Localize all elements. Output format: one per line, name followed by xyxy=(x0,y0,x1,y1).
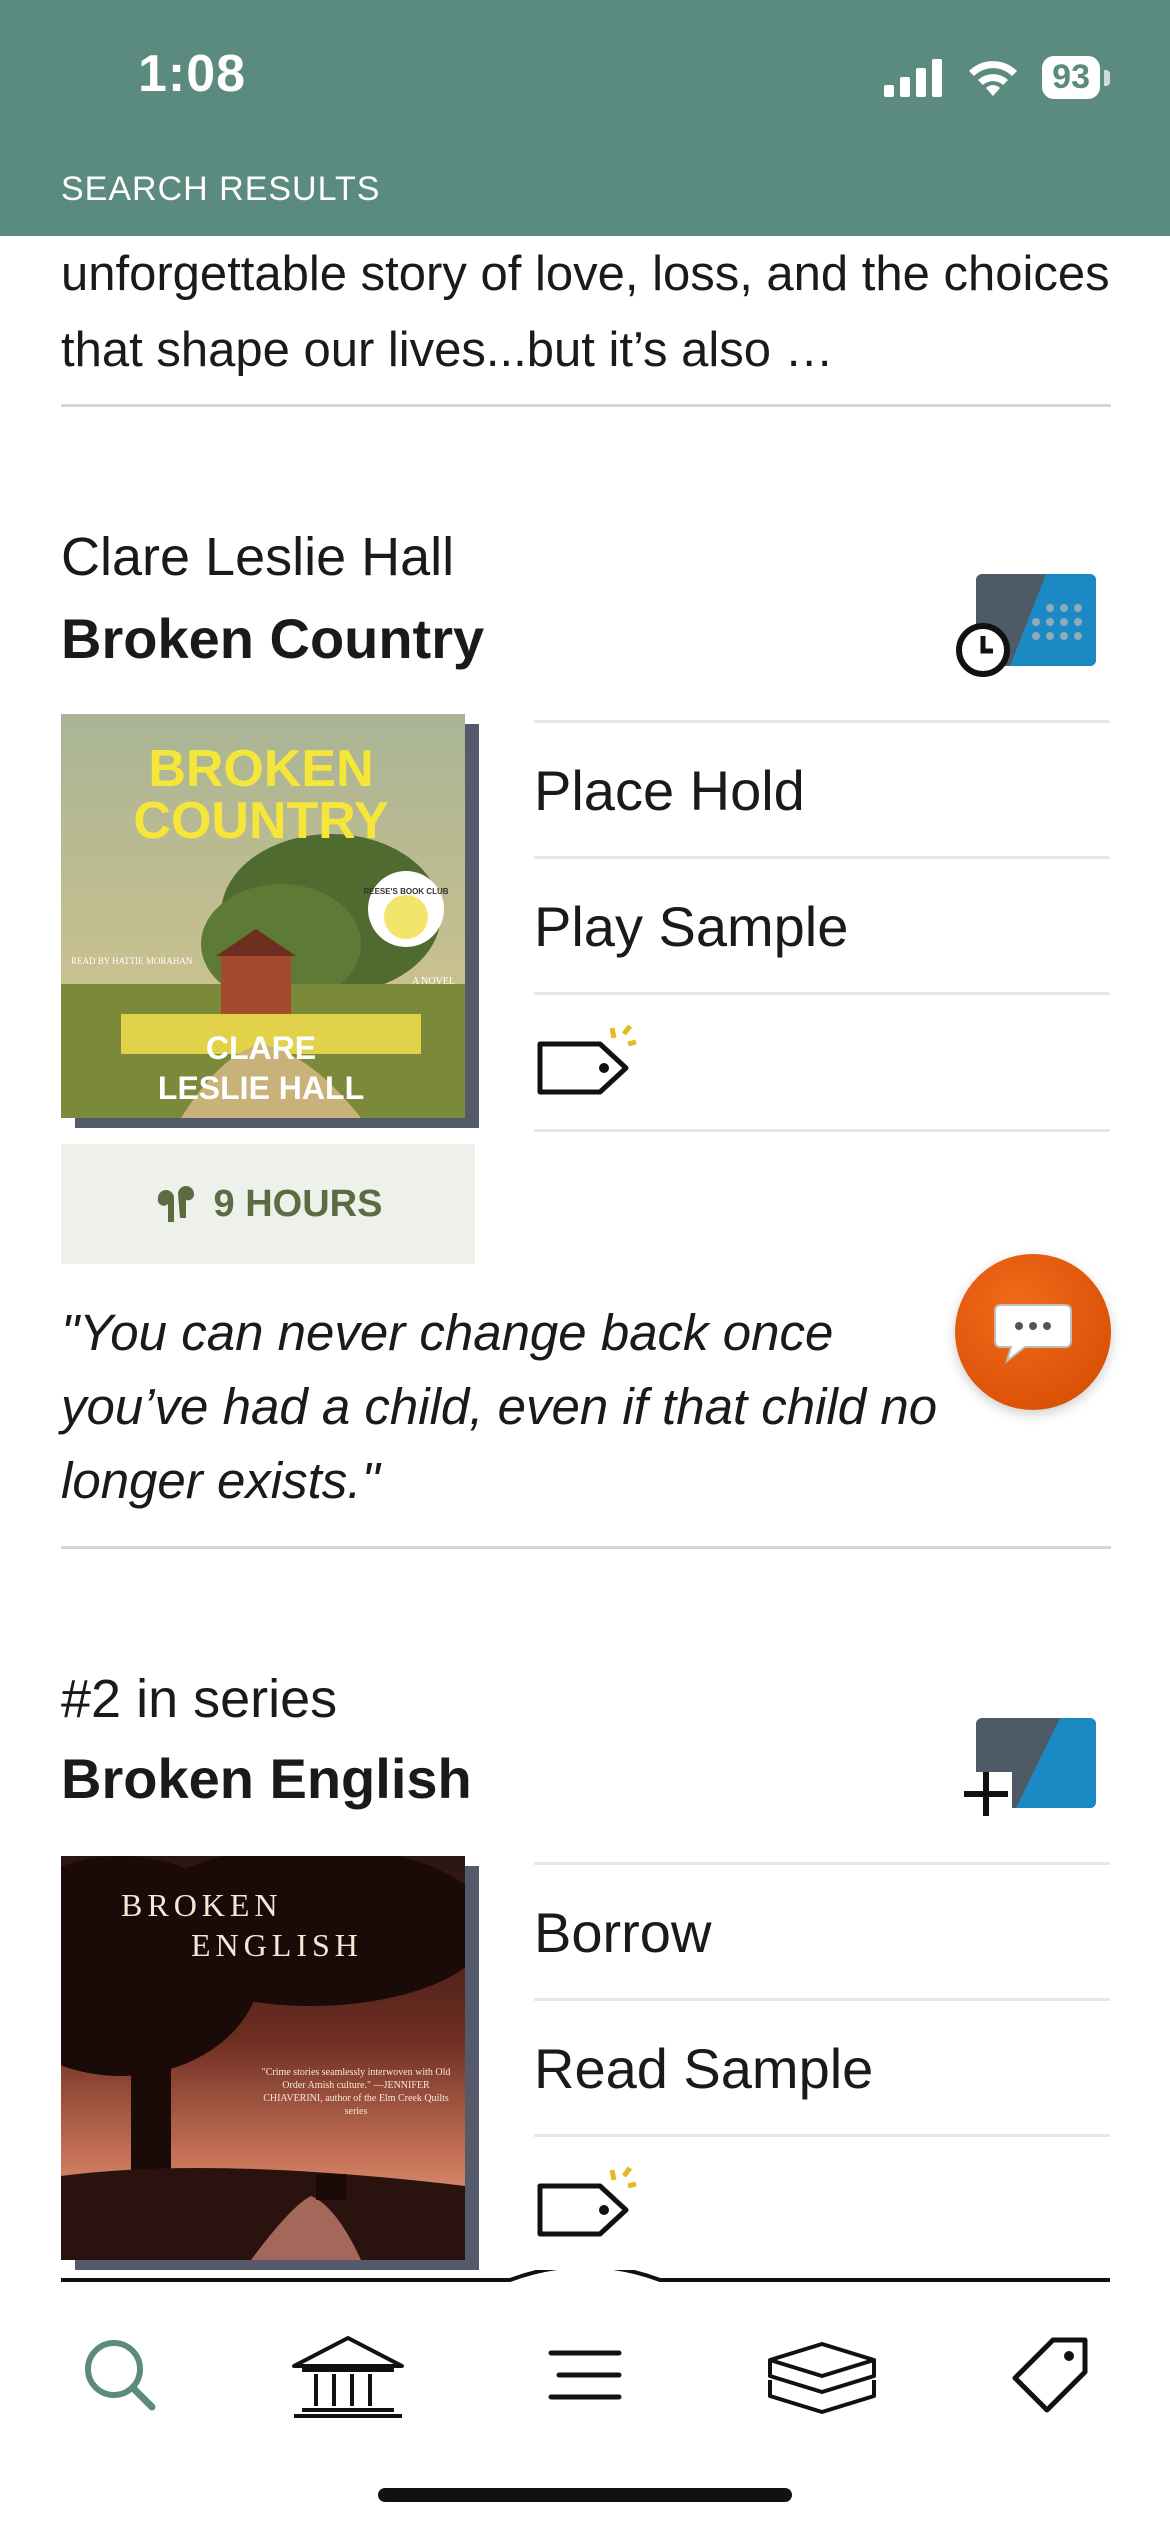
cover-badge: REESE'S BOOK CLUB xyxy=(363,887,448,896)
tabbar-divider xyxy=(61,2270,1110,2282)
play-sample-button[interactable]: Play Sample xyxy=(534,856,1110,993)
book-title[interactable]: Broken English xyxy=(61,1746,472,1811)
ebook-add-icon[interactable] xyxy=(960,1712,1100,1822)
read-sample-button[interactable]: Read Sample xyxy=(534,1998,1110,2135)
status-icons: 93 xyxy=(884,56,1110,99)
signal-icon xyxy=(884,58,943,97)
series-label[interactable]: #2 in series xyxy=(61,1668,337,1730)
tag-row[interactable] xyxy=(534,992,1110,1132)
book-cover[interactable]: BROKEN COUNTRY REESE'S BOOK CLUB READ BY… xyxy=(61,714,465,1118)
place-hold-button[interactable]: Place Hold xyxy=(534,720,1110,857)
divider xyxy=(61,1546,1111,1549)
tab-menu[interactable] xyxy=(525,2320,645,2430)
status-time: 1:08 xyxy=(138,45,247,103)
tag-row[interactable] xyxy=(534,2134,1110,2271)
book-cover[interactable]: BROKEN ENGLISH "Crime stories seamlessly… xyxy=(0,1846,491,2260)
tag-icon[interactable] xyxy=(534,2154,644,2254)
wifi-icon xyxy=(969,60,1018,96)
cover-title-line-2: COUNTRY xyxy=(133,792,388,850)
shelf-icon xyxy=(768,2342,876,2414)
cover-title-line-1: BROKEN xyxy=(148,740,373,798)
tag-icon[interactable] xyxy=(534,1012,644,1112)
tag-icon xyxy=(1012,2337,1088,2413)
battery-indicator: 93 xyxy=(1042,56,1110,99)
search-results-list[interactable]: unforgettable story of love, loss, and t… xyxy=(0,236,1170,2276)
library-icon xyxy=(292,2336,404,2418)
chat-button[interactable] xyxy=(955,1254,1111,1410)
tab-library[interactable] xyxy=(288,2320,408,2430)
cover-narrator: READ BY HATTIE MORAHAN xyxy=(71,956,193,966)
search-icon xyxy=(85,2340,156,2411)
chat-icon xyxy=(994,1304,1072,1364)
cover-title-line-2: ENGLISH xyxy=(191,1927,363,1963)
cover-blurb: "Crime stories seamlessly interwoven wit… xyxy=(261,2067,451,2117)
duration-label: 9 HOURS xyxy=(213,1182,383,1225)
borrow-button[interactable]: Borrow xyxy=(534,1862,1110,1999)
status-bar: 1:08 93 SEARCH RESULTS xyxy=(0,0,1170,236)
tab-shelf[interactable] xyxy=(762,2320,882,2430)
headphones-icon xyxy=(157,1186,194,1222)
book-title[interactable]: Broken Country xyxy=(61,606,484,671)
cover-author-line-2: LESLIE HALL xyxy=(158,1070,364,1106)
menu-icon xyxy=(548,2350,622,2400)
audiobook-duration: 9 HOURS xyxy=(61,1144,475,1264)
tab-search[interactable] xyxy=(60,2320,180,2430)
book-quote[interactable]: "You can never change back once you’ve h… xyxy=(61,1296,961,1518)
page-title: SEARCH RESULTS xyxy=(61,170,381,208)
home-indicator[interactable] xyxy=(378,2488,792,2502)
cover-title-line-1: BROKEN xyxy=(121,1887,283,1923)
book-author[interactable]: Clare Leslie Hall xyxy=(61,526,454,588)
previous-book-description[interactable]: unforgettable story of love, loss, and t… xyxy=(61,236,1121,388)
tab-tags[interactable] xyxy=(990,2320,1110,2430)
cover-author-line-1: CLARE xyxy=(206,1030,316,1066)
divider xyxy=(61,404,1111,407)
audiobook-hold-icon[interactable] xyxy=(950,568,1100,678)
cover-subtitle: A NOVEL xyxy=(412,976,455,987)
